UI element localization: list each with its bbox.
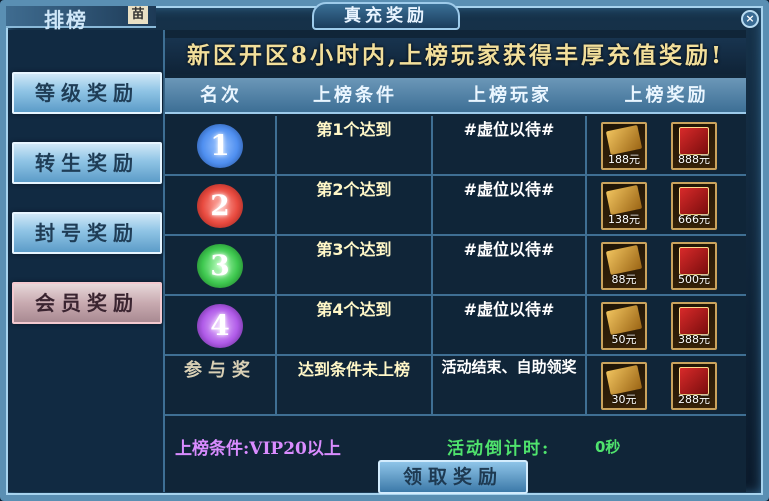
rank-cell: 3 xyxy=(165,236,277,296)
recharge-card-icon[interactable]: 88元 xyxy=(601,242,647,290)
recharge-card-icon[interactable]: 30元 xyxy=(601,362,647,410)
sidebar-item-title-reward[interactable]: 封号奖励 xyxy=(12,212,162,254)
rank-cell: 4 xyxy=(165,296,277,356)
reward-amount: 88元 xyxy=(611,273,637,286)
claim-reward-button[interactable]: 领取奖励 xyxy=(378,460,528,494)
rank-cell: 1 xyxy=(165,116,277,176)
reward-amount: 30元 xyxy=(611,393,637,406)
participation-label: 参与奖 xyxy=(184,360,256,381)
sidebar-item-level-reward[interactable]: 等级奖励 xyxy=(12,72,162,114)
red-envelope-icon[interactable]: 288元 xyxy=(671,362,717,410)
reward-amount: 388元 xyxy=(678,333,710,346)
rank-3-badge-icon: 3 xyxy=(197,244,243,288)
reward-amount: 500元 xyxy=(678,273,710,286)
header-condition: 上榜条件 xyxy=(313,85,397,106)
reward-cell: 88元 500元 xyxy=(587,236,746,296)
condition-cell: 达到条件未上榜 xyxy=(277,356,433,416)
header-reward: 上榜奖励 xyxy=(624,85,709,106)
table-row: 4 第4个达到 #虚位以待# 50元 388元 xyxy=(165,296,746,356)
recharge-card-icon[interactable]: 188元 xyxy=(601,122,647,170)
corner-text: 排榜 xyxy=(44,8,88,32)
countdown-label: 活动倒计时: xyxy=(447,439,551,459)
player-cell: #虚位以待# xyxy=(433,236,587,296)
countdown-value: 0秒 xyxy=(595,438,621,456)
main-panel: 新区开区8小时内,上榜玩家获得丰厚充值奖励! 名次 上榜条件 上榜玩家 上榜奖励… xyxy=(165,30,746,494)
player-cell: #虚位以待# xyxy=(433,116,587,176)
condition-cell: 第3个达到 xyxy=(277,236,433,296)
reward-amount: 288元 xyxy=(678,393,710,406)
table-row: 2 第2个达到 #虚位以待# 138元 666元 xyxy=(165,176,746,236)
reward-cell: 188元 888元 xyxy=(587,116,746,176)
window-title: 真充奖励 xyxy=(312,2,460,30)
recharge-card-icon[interactable]: 50元 xyxy=(601,302,647,350)
rank-cell: 2 xyxy=(165,176,277,236)
rank-condition-text: 上榜条件:VIP20以上 xyxy=(175,439,341,459)
player-cell: #虚位以待# xyxy=(433,296,587,356)
player-cell: 活动结束、自助领奖 xyxy=(433,356,587,416)
red-envelope-icon[interactable]: 388元 xyxy=(671,302,717,350)
reward-amount: 50元 xyxy=(611,333,637,346)
header-player: 上榜玩家 xyxy=(468,85,552,106)
sidebar: 等级奖励 转生奖励 封号奖励 会员奖励 xyxy=(8,30,165,492)
red-envelope-icon[interactable]: 888元 xyxy=(671,122,717,170)
event-banner: 新区开区8小时内,上榜玩家获得丰厚充值奖励! xyxy=(165,38,746,74)
recharge-card-icon[interactable]: 138元 xyxy=(601,182,647,230)
rank-2-badge-icon: 2 xyxy=(197,184,243,228)
rank-cell: 参与奖 xyxy=(165,356,277,416)
reward-cell: 50元 388元 xyxy=(587,296,746,356)
sidebar-item-vip-reward[interactable]: 会员奖励 xyxy=(12,282,162,324)
reward-amount: 888元 xyxy=(678,153,710,166)
reward-amount: 138元 xyxy=(608,213,640,226)
close-icon[interactable]: × xyxy=(741,10,759,28)
red-envelope-icon[interactable]: 666元 xyxy=(671,182,717,230)
rank-1-badge-icon: 1 xyxy=(197,124,243,168)
reward-amount: 666元 xyxy=(678,213,710,226)
table-row: 3 第3个达到 #虚位以待# 88元 500元 xyxy=(165,236,746,296)
reward-amount: 188元 xyxy=(608,153,640,166)
sidebar-item-rebirth-reward[interactable]: 转生奖励 xyxy=(12,142,162,184)
background-banner: 排榜 苗 xyxy=(6,6,156,32)
player-cell: #虚位以待# xyxy=(433,176,587,236)
corner-tag: 苗 xyxy=(128,6,148,24)
table-header: 名次 上榜条件 上榜玩家 上榜奖励 xyxy=(165,78,746,114)
reward-cell: 30元 288元 xyxy=(587,356,746,416)
red-envelope-icon[interactable]: 500元 xyxy=(671,242,717,290)
table-row: 参与奖 达到条件未上榜 活动结束、自助领奖 30元 288元 xyxy=(165,356,746,416)
table-row: 1 第1个达到 #虚位以待# 188元 888元 xyxy=(165,116,746,176)
condition-cell: 第4个达到 xyxy=(277,296,433,356)
condition-cell: 第2个达到 xyxy=(277,176,433,236)
header-rank: 名次 xyxy=(200,85,242,106)
reward-cell: 138元 666元 xyxy=(587,176,746,236)
condition-cell: 第1个达到 xyxy=(277,116,433,176)
rank-4-badge-icon: 4 xyxy=(197,304,243,348)
